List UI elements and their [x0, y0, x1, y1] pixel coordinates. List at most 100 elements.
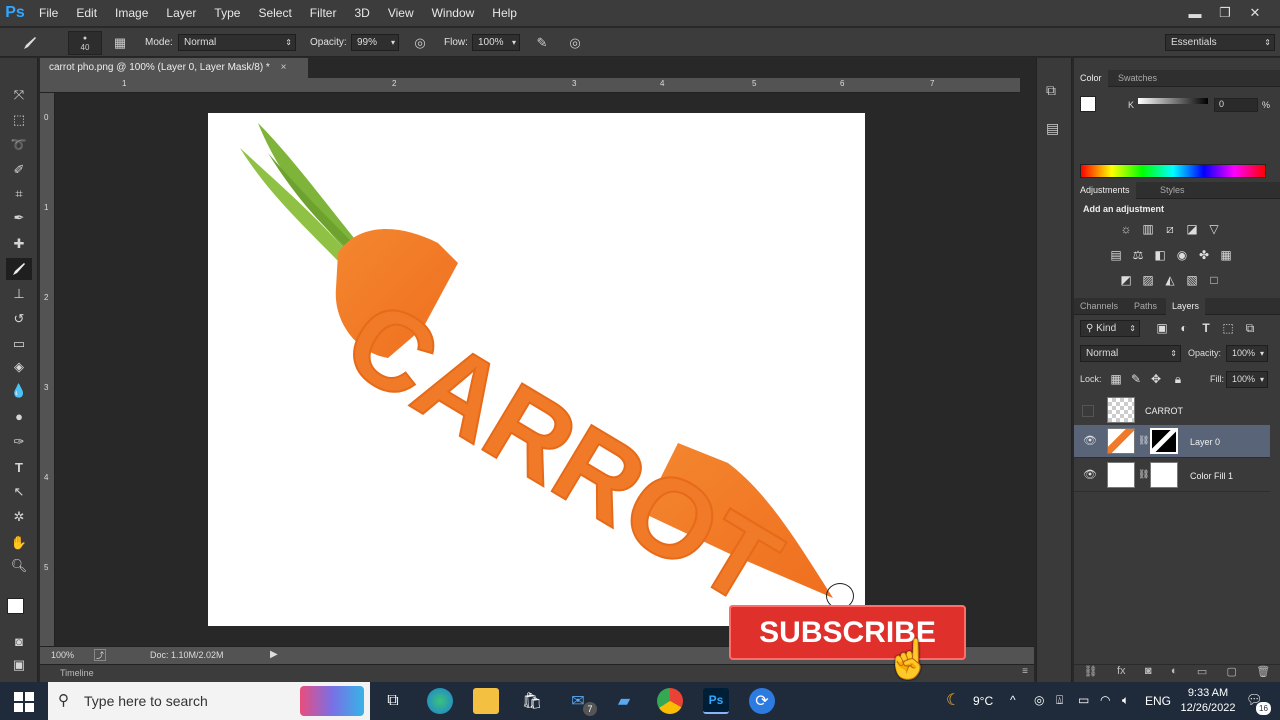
quick-mask-icon[interactable]: ◙ — [6, 630, 32, 652]
flow-input[interactable]: 100% ▾ — [472, 34, 520, 51]
file-explorer-icon[interactable] — [473, 688, 499, 714]
healing-brush-tool-icon[interactable]: ✚ — [6, 233, 32, 255]
type-tool-icon[interactable]: T — [6, 456, 32, 478]
zoom-tool-icon[interactable]: 🔍︎ — [6, 555, 32, 577]
restore-button[interactable]: ❐ — [1210, 4, 1240, 22]
foreground-color-swatch[interactable] — [7, 598, 24, 614]
brush-size-picker[interactable]: ● 40 — [68, 31, 102, 55]
lock-image-icon[interactable]: ✎ — [1128, 372, 1144, 386]
volume-icon[interactable]: 🔈︎ — [1122, 693, 1129, 708]
opacity-input[interactable]: 99% ▾ — [351, 34, 399, 51]
smart-object-filter-icon[interactable]: ⧉ — [1242, 321, 1258, 335]
export-icon[interactable]: ⤴ — [94, 649, 106, 661]
tab-layers[interactable]: Layers — [1166, 298, 1206, 315]
photoshop-taskbar-icon[interactable]: Ps — [703, 688, 729, 714]
tab-color[interactable]: Color — [1074, 70, 1108, 87]
tray-app-icon[interactable]: ◎ — [1034, 693, 1044, 707]
menu-filter[interactable]: Filter — [301, 0, 346, 26]
store-icon[interactable]: 🛍︎ — [519, 688, 545, 714]
tab-adjustments[interactable]: Adjustments — [1074, 182, 1136, 199]
pressure-size-icon[interactable]: ◎ — [565, 33, 585, 53]
weather-temp[interactable]: 9°C — [973, 694, 993, 708]
tab-paths[interactable]: Paths — [1128, 298, 1163, 315]
mode-select[interactable]: Normal ⇕ — [178, 34, 296, 51]
gradient-map-icon[interactable]: ▧ — [1184, 273, 1200, 287]
visibility-toggle-off[interactable] — [1082, 405, 1094, 417]
task-view-icon[interactable]: ⧉ — [380, 688, 406, 714]
menu-type[interactable]: Type — [205, 0, 249, 26]
foreground-swatch[interactable] — [1080, 96, 1096, 112]
clone-stamp-tool-icon[interactable]: ⊥ — [6, 283, 32, 305]
blur-tool-icon[interactable]: 💧 — [6, 380, 32, 402]
tab-channels[interactable]: Channels — [1074, 298, 1124, 315]
chrome-icon[interactable] — [657, 688, 683, 714]
threshold-icon[interactable]: ◭ — [1162, 273, 1178, 287]
lasso-tool-icon[interactable]: ➰ — [6, 134, 32, 156]
fill-input[interactable]: 100% ▾ — [1226, 371, 1268, 388]
hue-saturation-icon[interactable]: ▤ — [1108, 248, 1124, 262]
color-lookup-icon[interactable]: ▦ — [1218, 248, 1234, 262]
menu-select[interactable]: Select — [249, 0, 300, 26]
history-panel-icon[interactable]: ⧉ — [1046, 82, 1056, 99]
menu-window[interactable]: Window — [423, 0, 484, 26]
document-tab[interactable]: carrot pho.png @ 100% (Layer 0, Layer Ma… — [40, 58, 308, 78]
history-brush-tool-icon[interactable]: ↺ — [6, 308, 32, 330]
zoom-level[interactable]: 100% — [51, 650, 74, 660]
menu-edit[interactable]: Edit — [67, 0, 106, 26]
fill-mask-thumbnail[interactable] — [1150, 462, 1178, 488]
color-balance-icon[interactable]: ⚖ — [1130, 248, 1146, 262]
layer-row-carrot[interactable]: CARROT — [1074, 394, 1270, 427]
microphone-icon[interactable]: ⍍ — [1056, 693, 1063, 708]
app-sync-icon[interactable]: ⟳ — [749, 688, 775, 714]
exposure-icon[interactable]: ◪ — [1184, 222, 1200, 236]
menu-file[interactable]: File — [30, 0, 67, 26]
image-canvas[interactable]: CARROT — [208, 113, 865, 626]
dodge-tool-icon[interactable]: ● — [6, 405, 32, 427]
new-adjustment-icon[interactable]: ◐ — [1171, 665, 1178, 682]
layer-opacity-input[interactable]: 100% ▾ — [1226, 345, 1268, 362]
brush-tool-preset-icon[interactable] — [20, 33, 40, 53]
layer-name[interactable]: CARROT — [1145, 405, 1183, 417]
play-arrow-icon[interactable]: ▶ — [270, 649, 278, 660]
wifi-icon[interactable]: ◠ — [1100, 693, 1110, 707]
path-selection-tool-icon[interactable]: ↖ — [6, 481, 32, 503]
fx-icon[interactable]: fx — [1117, 665, 1126, 682]
brush-tool-icon[interactable] — [6, 258, 32, 280]
shape-filter-icon[interactable]: ⬚ — [1220, 321, 1236, 335]
timeline-label[interactable]: Timeline — [60, 668, 94, 678]
levels-icon[interactable]: ▥ — [1140, 222, 1156, 236]
k-slider[interactable] — [1138, 98, 1208, 104]
layer-name[interactable]: Color Fill 1 — [1190, 470, 1233, 482]
taskbar-search-box[interactable]: ⚲ Type here to search — [48, 682, 370, 720]
layer-filter-select[interactable]: ⚲ Kind ⇕ — [1080, 320, 1140, 337]
pen-tool-icon[interactable]: ✑ — [6, 431, 32, 453]
pixel-filter-icon[interactable]: ▣ — [1154, 321, 1170, 335]
new-group-icon[interactable]: ▭ — [1197, 665, 1207, 682]
menu-image[interactable]: Image — [106, 0, 157, 26]
close-tab-icon[interactable]: × — [281, 62, 287, 73]
brightness-contrast-icon[interactable]: ☼ — [1118, 222, 1134, 236]
curves-icon[interactable]: ⧄ — [1162, 222, 1178, 236]
brush-panel-toggle-icon[interactable]: ▦ — [110, 33, 130, 53]
airbrush-icon[interactable]: ✎ — [532, 33, 552, 53]
link-layers-icon[interactable]: ⛓ — [1084, 665, 1098, 682]
battery-icon[interactable]: ▭ — [1078, 693, 1089, 707]
invert-icon[interactable]: ◩ — [1118, 273, 1134, 287]
eye-icon[interactable]: 👁︎ — [1083, 434, 1097, 447]
pressure-opacity-icon[interactable]: ◎ — [410, 33, 430, 53]
lock-position-icon[interactable]: ✥ — [1148, 372, 1164, 386]
menu-layer[interactable]: Layer — [157, 0, 205, 26]
crop-tool-icon[interactable]: ⌗ — [6, 183, 32, 205]
lock-all-icon[interactable]: 🔒︎ — [1170, 372, 1186, 386]
black-white-icon[interactable]: ◧ — [1152, 248, 1168, 262]
app-icon[interactable]: ▰ — [611, 688, 637, 714]
quick-select-tool-icon[interactable]: ✐ — [6, 159, 32, 181]
close-button[interactable]: ✕ — [1240, 4, 1270, 22]
vibrance-icon[interactable]: ▽ — [1206, 222, 1222, 236]
lock-transparent-icon[interactable]: ▦ — [1108, 372, 1124, 386]
hand-tool-icon[interactable]: ✋ — [6, 532, 32, 554]
menu-help[interactable]: Help — [483, 0, 526, 26]
language-indicator[interactable]: ENG — [1145, 694, 1171, 708]
new-layer-icon[interactable]: ▢ — [1227, 665, 1237, 682]
move-tool-icon[interactable]: ⤧ — [6, 84, 32, 106]
